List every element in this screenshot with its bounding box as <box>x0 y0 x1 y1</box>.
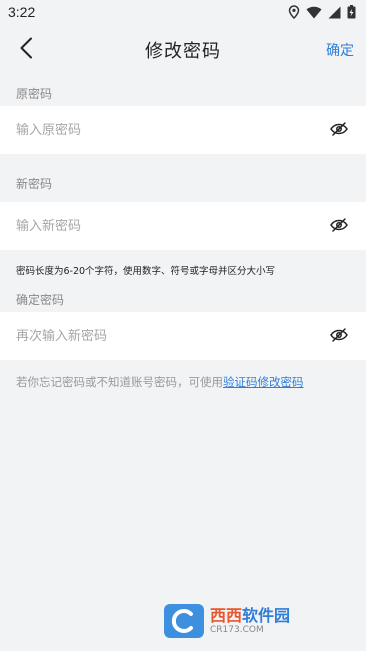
chevron-left-icon <box>19 37 33 63</box>
watermark-brand: 西西软件园 <box>210 605 291 625</box>
confirm-button[interactable]: 确定 <box>326 40 354 60</box>
eye-off-icon <box>330 217 348 236</box>
forgot-password-note: 若你忘记密码或不知道账号密码，可使用验证码修改密码 <box>0 360 366 390</box>
status-icons <box>288 5 356 19</box>
new-password-visibility-toggle[interactable] <box>328 215 350 237</box>
watermark-brand-a: 西西 <box>210 605 243 625</box>
old-password-visibility-toggle[interactable] <box>328 119 350 141</box>
watermark-text: 西西软件园 CR173.COM <box>210 605 291 635</box>
confirm-password-visibility-toggle[interactable] <box>328 325 350 347</box>
page-title: 修改密码 <box>145 41 221 62</box>
eye-off-icon <box>330 327 348 346</box>
confirm-password-row <box>0 312 366 360</box>
watermark-brand-b: 软件园 <box>242 605 291 625</box>
password-hint: 密码长度为6-20个字符，使用数字、符号或字母并区分大小写 <box>16 266 276 277</box>
old-password-row <box>0 106 366 154</box>
confirm-password-label: 确定密码 <box>16 293 65 307</box>
watermark-logo: 西西软件园 CR173.COM <box>164 603 346 639</box>
sms-code-reset-link[interactable]: 验证码修改密码 <box>223 375 304 389</box>
back-button[interactable] <box>14 37 38 63</box>
status-time: 3:22 <box>8 4 36 20</box>
status-bar: 3:22 <box>0 0 366 24</box>
new-password-input[interactable] <box>16 218 276 234</box>
battery-icon <box>347 5 356 19</box>
signal-icon <box>328 6 341 19</box>
nav-bar: 修改密码 确定 <box>0 24 366 76</box>
confirm-password-input[interactable] <box>16 328 276 344</box>
wifi-icon <box>306 6 322 19</box>
forgot-password-text: 若你忘记密码或不知道账号密码，可使用 <box>16 375 223 389</box>
eye-off-icon <box>330 121 348 140</box>
location-icon <box>288 5 300 19</box>
new-password-row <box>0 202 366 250</box>
old-password-label: 原密码 <box>16 87 53 101</box>
old-password-input[interactable] <box>16 122 276 138</box>
watermark-sub: CR173.COM <box>210 624 264 635</box>
new-password-label: 新密码 <box>16 177 53 191</box>
watermark-c-icon <box>164 604 204 638</box>
